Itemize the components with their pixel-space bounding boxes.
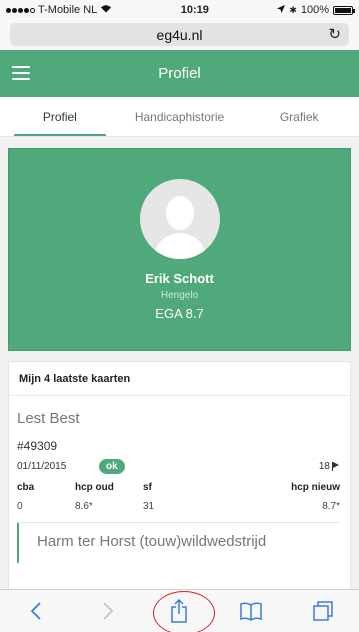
app-header: Profiel: [0, 50, 359, 97]
status-left: T-Mobile NL: [6, 4, 112, 16]
stat-value-hcp-oud: 8.6*: [75, 501, 93, 512]
browser-toolbar: [0, 589, 359, 632]
share-button[interactable]: [159, 595, 199, 627]
stat-header-hcp-oud: hcp oud: [75, 482, 114, 493]
address-bar[interactable]: eg4u.nl ↻: [10, 23, 349, 46]
stat-value-sf: 31: [143, 501, 155, 512]
wifi-icon: [100, 4, 112, 16]
profile-name: Erik Schott: [145, 271, 214, 286]
signal-icon: [6, 7, 35, 13]
tabs-button[interactable]: [303, 595, 343, 627]
card-name: Harm ter Horst (touw)wildwedstrijd: [37, 533, 267, 550]
share-icon: [171, 599, 188, 623]
recent-cards-title: Mijn 4 laatste kaarten: [9, 362, 350, 396]
tab-grafiek[interactable]: Grafiek: [239, 97, 359, 136]
profile-ega: EGA 8.7: [155, 306, 204, 321]
tab-profiel[interactable]: Profiel: [0, 97, 120, 136]
location-icon: [277, 4, 286, 16]
battery-icon: [333, 5, 355, 15]
stat-header-sf: sf: [143, 482, 152, 493]
card-holes: 18: [319, 461, 340, 472]
menu-icon[interactable]: [12, 66, 30, 80]
profile-card: Erik Schott Hengelo EGA 8.7: [8, 148, 351, 351]
stat-header-cba: cba: [17, 482, 35, 493]
tab-handicaphistorie[interactable]: Handicaphistorie: [120, 97, 240, 136]
battery-label: 100%: [300, 4, 329, 16]
profile-city: Hengelo: [160, 290, 199, 301]
bookmarks-icon: [240, 602, 263, 621]
url-text: eg4u.nl: [156, 26, 203, 43]
avatar: [139, 179, 220, 259]
card-number: #49309: [17, 439, 58, 453]
stat-value-hcp-nieuw: 8.7*: [322, 501, 340, 512]
list-item[interactable]: Harm ter Horst (touw)wildwedstrijd: [17, 523, 350, 563]
tab-bar: Profiel Handicaphistorie Grafiek: [0, 97, 359, 137]
reload-icon[interactable]: ↻: [328, 25, 341, 43]
bookmarks-button[interactable]: [231, 595, 271, 627]
status-badge: ok: [99, 459, 125, 474]
card-name: Lest Best: [17, 410, 80, 427]
card-meta-row: 01/11/2015 ok 18: [17, 459, 340, 474]
stat-header-hcp-nieuw: hcp nieuw: [291, 482, 340, 493]
carrier-label: T-Mobile NL: [38, 4, 98, 16]
main-content: Erik Schott Hengelo EGA 8.7 Mijn 4 laats…: [0, 137, 359, 632]
back-icon: [30, 602, 41, 620]
tabs-icon: [313, 601, 333, 621]
stat-value-cba: 0: [17, 501, 23, 512]
forward-icon: [103, 602, 113, 620]
card-date: 01/11/2015: [17, 461, 67, 472]
page-title: Profiel: [158, 65, 201, 82]
forward-button[interactable]: [88, 595, 128, 627]
bluetooth-icon: ✱: [289, 4, 297, 15]
browser-address-area: eg4u.nl ↻: [0, 20, 359, 50]
status-right: ✱ 100%: [277, 4, 355, 16]
status-bar: T-Mobile NL 10:19 ✱ 100%: [0, 0, 359, 20]
holes-count: 18: [318, 461, 330, 472]
list-item[interactable]: Lest Best #49309 01/11/2015 ok 18 cba hc…: [17, 396, 340, 523]
user-silhouette-icon: [153, 196, 206, 259]
flag-icon: [332, 462, 340, 471]
card-stats: cba hcp oud sf hcp nieuw 0 8.6* 31 8.7*: [17, 482, 340, 512]
back-button[interactable]: [16, 595, 56, 627]
status-time: 10:19: [180, 4, 209, 16]
